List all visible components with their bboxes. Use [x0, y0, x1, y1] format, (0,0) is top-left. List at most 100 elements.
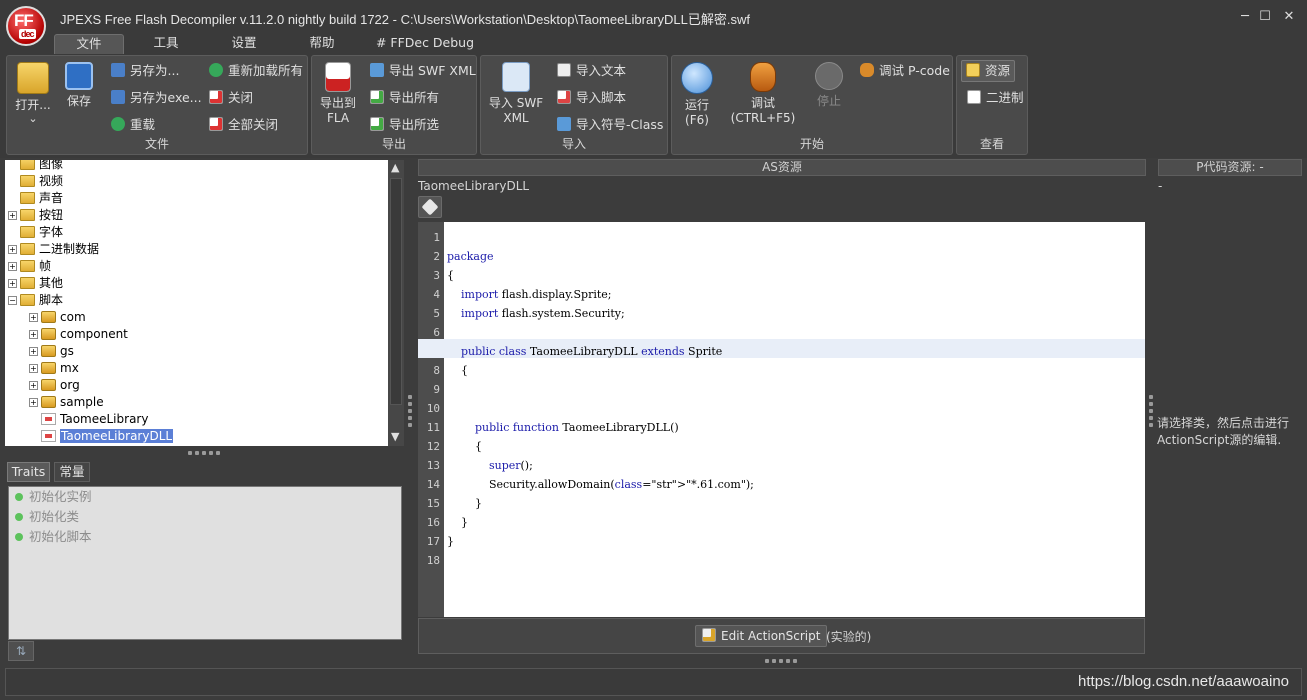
- tree-item[interactable]: 图像: [20, 160, 63, 173]
- save-as-exe-button[interactable]: 另存为exe...: [111, 89, 202, 107]
- tree-item[interactable]: 按钮: [20, 207, 63, 224]
- tag-button[interactable]: [418, 196, 442, 218]
- code-line[interactable]: }: [447, 494, 482, 513]
- code-line[interactable]: Security.allowDomain(class="str">"*.61.c…: [447, 475, 754, 494]
- export-all-button[interactable]: 导出所有: [370, 89, 439, 107]
- vertical-splitter-right[interactable]: [1149, 395, 1153, 431]
- code-line[interactable]: super();: [447, 456, 533, 475]
- tree-item-label: mx: [60, 361, 79, 375]
- import-script-button[interactable]: 导入脚本: [557, 89, 626, 107]
- trait-item[interactable]: 初始化实例: [15, 487, 92, 507]
- tree-item[interactable]: 二进制数据: [20, 241, 99, 258]
- tree-item[interactable]: org: [41, 377, 80, 394]
- import-text-button[interactable]: 导入文本: [557, 62, 626, 80]
- close-file-button[interactable]: 关闭: [209, 89, 253, 107]
- debug-label: 调试: [750, 96, 775, 110]
- tree-item[interactable]: mx: [41, 360, 79, 377]
- scroll-up-icon[interactable]: ▲: [391, 161, 399, 174]
- code-line[interactable]: }: [447, 532, 454, 551]
- import-symbol-class-button[interactable]: 导入符号-Class: [557, 116, 663, 134]
- resources-toggle-button[interactable]: 资源: [961, 60, 1016, 82]
- tree-item[interactable]: component: [41, 326, 128, 343]
- code-line[interactable]: {: [447, 266, 454, 285]
- maximize-button[interactable]: ☐: [1256, 8, 1274, 26]
- save-as-button[interactable]: 另存为...: [111, 62, 179, 80]
- close-all-button[interactable]: 全部关闭: [209, 116, 278, 134]
- tree-item[interactable]: sample: [41, 394, 104, 411]
- minimize-button[interactable]: ─: [1236, 8, 1254, 26]
- expand-icon[interactable]: +: [29, 381, 38, 390]
- tree-item[interactable]: 字体: [20, 224, 63, 241]
- tree-item-label: 其他: [39, 276, 64, 290]
- open-button[interactable]: 打开... ⌄: [11, 62, 55, 125]
- expand-icon[interactable]: +: [8, 279, 17, 288]
- ffdec-logo-icon[interactable]: FF dec: [6, 6, 46, 46]
- save-button[interactable]: 保存: [59, 62, 99, 109]
- code-line[interactable]: public function TaomeeLibraryDLL(): [447, 418, 679, 437]
- chevron-down-icon[interactable]: ⌄: [11, 113, 55, 125]
- tree-item[interactable]: gs: [41, 343, 74, 360]
- vertical-splitter-left[interactable]: [408, 395, 412, 431]
- code-line[interactable]: import flash.display.Sprite;: [447, 285, 611, 304]
- import-swf-xml-button[interactable]: 导入 SWF XML: [485, 62, 547, 126]
- binary-toggle-button[interactable]: 二进制: [967, 89, 1024, 107]
- expand-icon[interactable]: +: [8, 245, 17, 254]
- tree-item[interactable]: TaomeeLibrary: [41, 411, 148, 428]
- import-swf-xml-label: 导入 SWF: [488, 96, 544, 110]
- scroll-thumb[interactable]: [390, 178, 402, 405]
- fla-file-icon: [325, 62, 351, 92]
- code-line[interactable]: public class TaomeeLibraryDLL extends Sp…: [447, 342, 722, 361]
- tree-item[interactable]: 脚本: [20, 292, 63, 309]
- tree-item[interactable]: TaomeeLibraryDLL: [41, 428, 174, 445]
- code-line[interactable]: }: [447, 513, 468, 532]
- expand-icon[interactable]: +: [29, 313, 38, 322]
- bottom-splitter[interactable]: [765, 659, 801, 663]
- export-swf-xml-button[interactable]: 导出 SWF XML: [370, 62, 476, 80]
- expand-icon[interactable]: +: [8, 211, 17, 220]
- debug-button[interactable]: 调试 (CTRL+F5): [726, 62, 800, 126]
- trait-item[interactable]: 初始化类: [15, 507, 79, 527]
- code-editor[interactable]: 123456789101112131415161718 package{ imp…: [418, 222, 1145, 617]
- tab-help[interactable]: 帮助: [296, 34, 348, 54]
- code-line[interactable]: {: [447, 437, 482, 456]
- tree-scrollbar[interactable]: ▲ ▼: [388, 160, 404, 446]
- tree-item[interactable]: com: [41, 309, 86, 326]
- tree-item[interactable]: 其他: [20, 275, 63, 292]
- reload-all-button[interactable]: 重新加载所有: [209, 62, 303, 80]
- tree-item-label: 视频: [39, 174, 64, 188]
- tree-item-label: gs: [60, 344, 74, 358]
- expand-icon[interactable]: +: [29, 330, 38, 339]
- reload-button[interactable]: 重载: [111, 116, 155, 134]
- tab-settings[interactable]: 设置: [218, 34, 270, 54]
- debug-pcode-button[interactable]: 调试 P-code: [860, 62, 950, 80]
- tab-tools[interactable]: 工具: [140, 34, 192, 54]
- tab-constants[interactable]: 常量: [54, 462, 90, 482]
- sort-icon[interactable]: ⇅: [8, 641, 34, 661]
- code-line[interactable]: {: [447, 361, 468, 380]
- resource-tree[interactable]: 图像 视频 声音 + 按钮 字体 + 二进制数据 + 帧 + 其他 − 脚本 + com + component +…: [5, 160, 388, 446]
- export-fla-button[interactable]: 导出到 FLA: [316, 62, 360, 126]
- scroll-down-icon[interactable]: ▼: [391, 430, 399, 443]
- stop-button[interactable]: 停止: [808, 62, 850, 109]
- reload-icon: [111, 117, 125, 131]
- tree-item[interactable]: 声音: [20, 190, 63, 207]
- tab-file[interactable]: 文件: [54, 34, 124, 54]
- collapse-icon[interactable]: −: [8, 296, 17, 305]
- code-line[interactable]: package: [447, 247, 494, 266]
- expand-icon[interactable]: +: [29, 347, 38, 356]
- tab-ffdec-debug[interactable]: # FFDec Debug #: [370, 34, 480, 68]
- horizontal-splitter[interactable]: [188, 451, 224, 455]
- close-button[interactable]: ✕: [1280, 8, 1298, 26]
- expand-icon[interactable]: +: [29, 398, 38, 407]
- edit-actionscript-button[interactable]: Edit ActionScript: [695, 625, 828, 647]
- tree-item[interactable]: 视频: [20, 173, 63, 190]
- expand-icon[interactable]: +: [8, 262, 17, 271]
- expand-icon[interactable]: +: [29, 364, 38, 373]
- tab-traits[interactable]: Traits: [7, 462, 50, 482]
- import-script-icon: [557, 90, 571, 104]
- trait-item[interactable]: 初始化脚本: [15, 527, 92, 547]
- export-selected-button[interactable]: 导出所选: [370, 116, 439, 134]
- code-line[interactable]: import flash.system.Security;: [447, 304, 625, 323]
- run-button[interactable]: 运行 (F6): [676, 62, 718, 128]
- tree-item[interactable]: 帧: [20, 258, 51, 275]
